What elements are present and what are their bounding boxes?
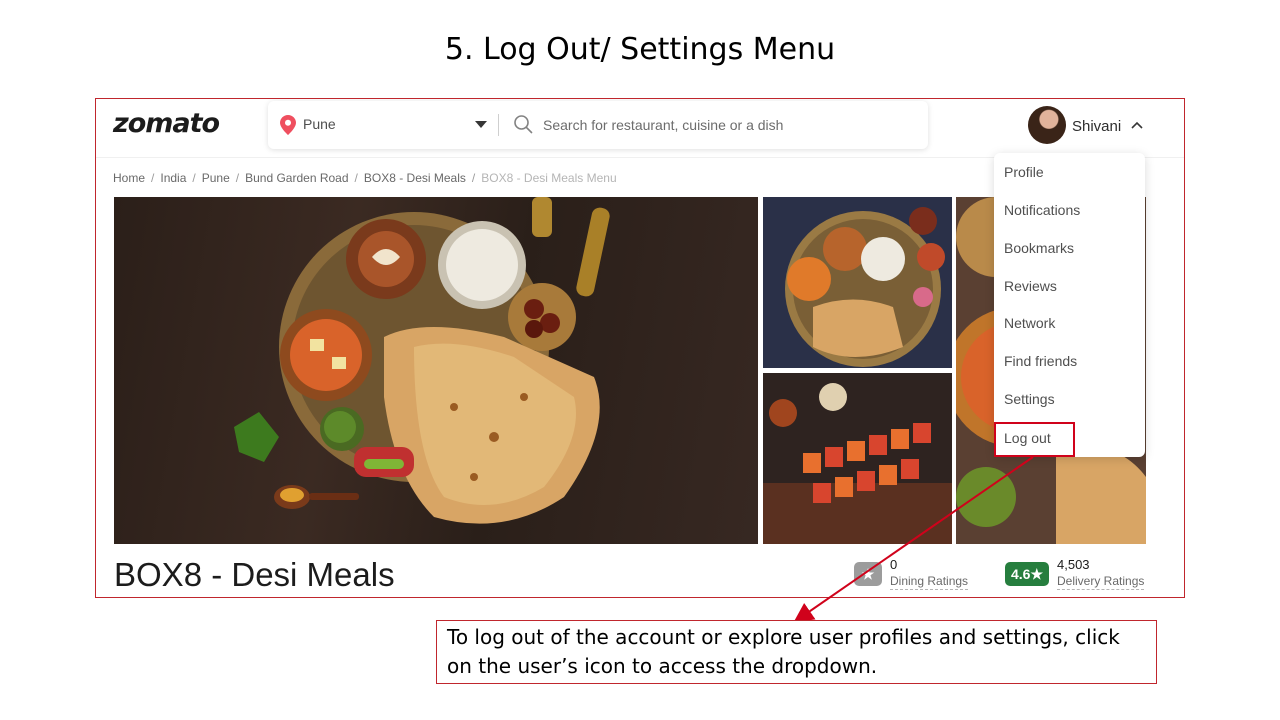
breadcrumb-locality[interactable]: Bund Garden Road [245, 171, 348, 185]
thali-illustration [234, 197, 610, 524]
annotation-callout: To log out of the account or explore use… [436, 620, 1157, 684]
slide-title: 5. Log Out/ Settings Menu [444, 32, 836, 67]
menu-item-profile[interactable]: Profile [1004, 164, 1044, 180]
restaurant-name: BOX8 - Desi Meals [114, 556, 395, 593]
delivery-ratings[interactable]: 4.6★ 4,503 Delivery Ratings [1005, 556, 1155, 596]
menu-item-notifications[interactable]: Notifications [1004, 202, 1080, 218]
search-icon [514, 115, 533, 134]
screenshot-frame: zomato Pune Shivani Home / India / Pune / Bund… [95, 98, 1185, 598]
breadcrumb-separator: / [471, 171, 476, 185]
menu-item-find-friends[interactable]: Find friends [1004, 353, 1077, 369]
caret-down-icon[interactable] [475, 121, 487, 128]
breadcrumb-country[interactable]: India [160, 171, 186, 185]
delivery-rating-badge: 4.6★ [1005, 562, 1049, 586]
delivery-rating-label[interactable]: Delivery Ratings [1057, 574, 1145, 590]
delivery-rating-count: 4,503 [1057, 557, 1090, 572]
breadcrumb: Home / India / Pune / Bund Garden Road / BOX8 - … [113, 171, 617, 185]
log-out-highlight [994, 422, 1075, 457]
dining-rating-count: 0 [890, 557, 898, 572]
breadcrumb-separator: / [235, 171, 240, 185]
menu-item-network[interactable]: Network [1004, 315, 1055, 331]
food-photo-thali[interactable] [763, 197, 952, 368]
dining-rating-badge: ★ [854, 562, 882, 586]
breadcrumb-separator: / [192, 171, 196, 185]
user-menu-toggle[interactable]: Shivani [1028, 106, 1148, 146]
callout-text: To log out of the account or explore use… [447, 625, 1120, 678]
user-dropdown-menu: Profile Notifications Bookmarks Reviews … [994, 153, 1145, 457]
breadcrumb-city[interactable]: Pune [202, 171, 230, 185]
breadcrumb-separator: / [354, 171, 358, 185]
breadcrumb-current: BOX8 - Desi Meals Menu [481, 171, 617, 185]
thali-thumbnail [785, 207, 945, 367]
location-pin-icon [280, 115, 296, 135]
chevron-up-icon[interactable] [1131, 121, 1143, 129]
dining-ratings[interactable]: ★ 0 Dining Ratings [854, 556, 974, 596]
breadcrumb-separator: / [151, 171, 155, 185]
user-name[interactable]: Shivani [1072, 118, 1121, 135]
search-bar: Pune [268, 101, 928, 149]
breadcrumb-home[interactable]: Home [113, 171, 145, 185]
main-food-photo[interactable] [114, 197, 758, 544]
breadcrumb-restaurant[interactable]: BOX8 - Desi Meals [364, 171, 466, 185]
zomato-logo[interactable]: zomato [113, 108, 220, 139]
search-divider [498, 114, 499, 136]
menu-item-bookmarks[interactable]: Bookmarks [1004, 240, 1074, 256]
dining-rating-label[interactable]: Dining Ratings [890, 574, 969, 590]
food-photo-paneer-tikka[interactable] [763, 373, 952, 544]
tikka-thumbnail [763, 383, 952, 544]
menu-item-reviews[interactable]: Reviews [1004, 278, 1057, 294]
avatar[interactable] [1028, 106, 1066, 144]
search-input[interactable] [543, 113, 913, 137]
menu-item-settings[interactable]: Settings [1004, 391, 1055, 407]
location-selector[interactable]: Pune [303, 116, 336, 132]
